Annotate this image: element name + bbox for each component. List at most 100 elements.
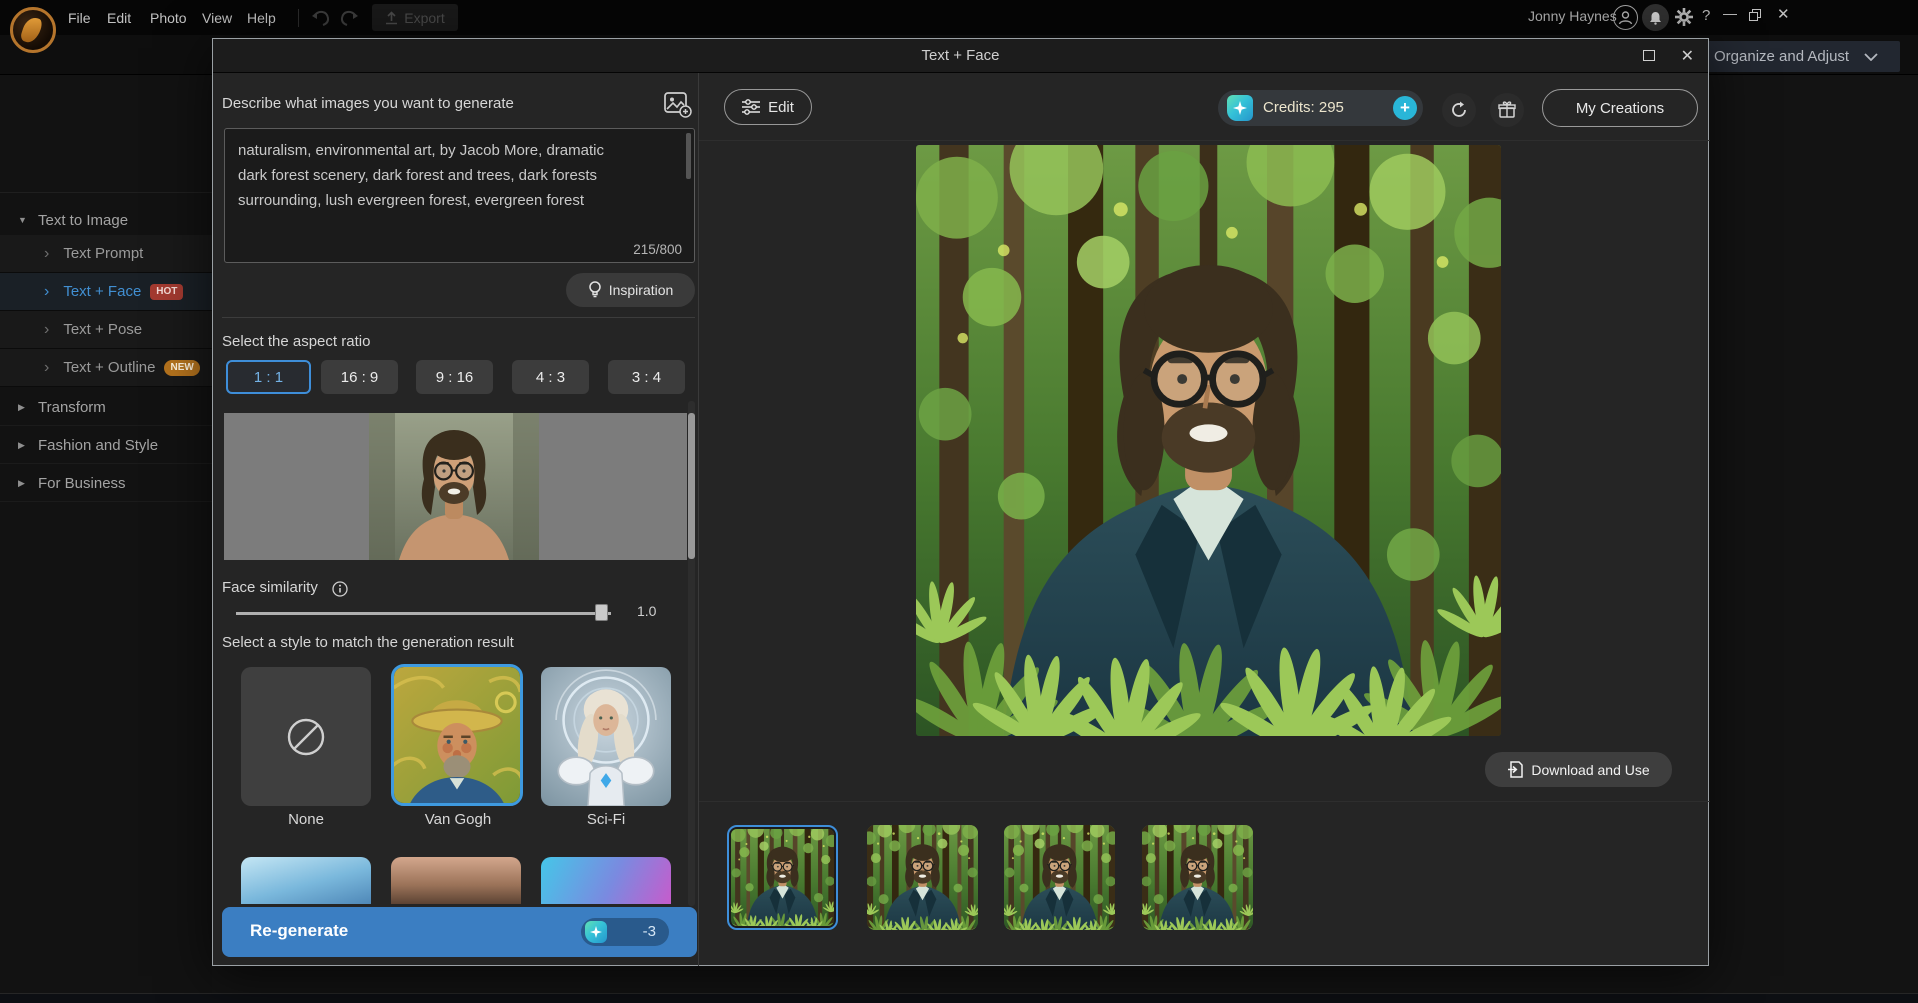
- right-panel-divider: [699, 140, 1710, 141]
- face-similarity-value: 1.0: [637, 603, 656, 619]
- style-card-partial-2[interactable]: [391, 857, 521, 904]
- chevron-down-icon: [1864, 53, 1878, 61]
- sidebar-group-fashion-style[interactable]: ▶ Fashion and Style: [0, 427, 212, 464]
- gift-button[interactable]: [1490, 93, 1524, 127]
- style-name-van-gogh: Van Gogh: [393, 811, 523, 828]
- redo-icon[interactable]: [338, 8, 360, 27]
- style-label: Select a style to match the generation r…: [222, 634, 514, 651]
- thumbnail-strip-divider: [699, 801, 1710, 802]
- sidebar-item-text-face[interactable]: › Text + Face HOT: [0, 273, 212, 311]
- reference-face-image[interactable]: [224, 413, 687, 560]
- none-icon: [283, 714, 329, 760]
- image-add-icon[interactable]: [663, 91, 692, 118]
- triangle-right-icon: ▶: [18, 440, 32, 451]
- style-card-partial-1[interactable]: [241, 857, 371, 904]
- aspect-option-3-4[interactable]: 3 : 4: [608, 360, 685, 394]
- aspect-ratio-label: Select the aspect ratio: [222, 333, 370, 350]
- credit-cost-pill: -3: [581, 918, 669, 946]
- my-creations-button[interactable]: My Creations: [1542, 89, 1698, 127]
- download-file-icon: [1507, 761, 1523, 778]
- hot-badge: HOT: [150, 284, 183, 300]
- menubar-divider: [298, 9, 299, 27]
- menu-view[interactable]: View: [202, 8, 232, 28]
- chevron-right-icon: ›: [44, 322, 49, 338]
- menu-edit[interactable]: Edit: [107, 8, 131, 28]
- aspect-option-1-1[interactable]: 1 : 1: [226, 360, 311, 394]
- refresh-icon: [1450, 101, 1468, 119]
- result-thumbnail-3[interactable]: [1004, 825, 1115, 930]
- regenerate-button[interactable]: Re-generate -3: [222, 907, 697, 957]
- info-icon[interactable]: [332, 581, 348, 597]
- credit-cost-value: -3: [643, 923, 656, 940]
- chevron-right-icon: ›: [44, 360, 49, 376]
- user-name[interactable]: Jonny Haynes: [1528, 8, 1617, 24]
- refresh-button[interactable]: [1442, 93, 1476, 127]
- sliders-icon: [742, 99, 760, 115]
- style-name-sci-fi: Sci-Fi: [541, 811, 671, 828]
- dialog-titlebar[interactable]: Text + Face ✕: [213, 39, 1708, 73]
- sidebar-item-text-prompt[interactable]: › Text Prompt: [0, 235, 212, 273]
- prompt-textarea[interactable]: naturalism, environmental art, by Jacob …: [224, 128, 695, 263]
- aspect-option-4-3[interactable]: 4 : 3: [512, 360, 589, 394]
- dialog-close-button[interactable]: ✕: [1681, 46, 1694, 66]
- section-divider: [222, 317, 695, 318]
- export-button[interactable]: Export: [372, 4, 458, 31]
- face-similarity-slider[interactable]: [236, 612, 611, 615]
- help-icon[interactable]: ?: [1702, 7, 1710, 24]
- undo-icon[interactable]: [310, 8, 332, 27]
- style-name-none: None: [241, 811, 371, 828]
- inspiration-button[interactable]: Inspiration: [566, 273, 695, 307]
- text-face-dialog: Text + Face ✕ Describe what images you w…: [212, 38, 1709, 966]
- window-menubar: File Edit Photo View Help Export Jonny H…: [0, 0, 1918, 35]
- style-card-sci-fi[interactable]: [541, 667, 671, 806]
- sidebar-item-text-pose[interactable]: › Text + Pose: [0, 311, 212, 349]
- chevron-right-icon: ›: [44, 246, 49, 262]
- sci-fi-preview: [541, 667, 671, 806]
- panel-scrollbar-thumb[interactable]: [688, 413, 695, 559]
- style-card-van-gogh[interactable]: [391, 664, 523, 806]
- feature-sidebar: ▼ Text to Image › Text Prompt › Text + F…: [0, 75, 212, 1003]
- credit-gem-icon: [1227, 95, 1253, 121]
- result-thumbnail-2[interactable]: [867, 825, 978, 930]
- add-credits-button[interactable]: +: [1393, 96, 1417, 120]
- download-and-use-button[interactable]: Download and Use: [1485, 752, 1672, 787]
- style-card-partial-3[interactable]: [541, 857, 671, 904]
- generated-image-preview[interactable]: [916, 145, 1501, 736]
- menu-photo[interactable]: Photo: [150, 8, 187, 28]
- edit-button[interactable]: Edit: [724, 89, 812, 125]
- chevron-right-icon: ›: [44, 284, 49, 300]
- prompt-label: Describe what images you want to generat…: [222, 95, 514, 112]
- window-close-button[interactable]: ✕: [1777, 5, 1790, 23]
- credit-gem-icon: [585, 921, 607, 943]
- dialog-maximize-button[interactable]: [1643, 50, 1655, 61]
- forest-portrait: [916, 145, 1501, 736]
- sidebar-item-text-outline[interactable]: › Text + Outline NEW: [0, 349, 212, 387]
- window-restore-button[interactable]: [1749, 9, 1761, 21]
- face-similarity-label: Face similarity: [222, 579, 318, 596]
- aspect-option-9-16[interactable]: 9 : 16: [416, 360, 493, 394]
- panel-scrollbar[interactable]: [688, 401, 695, 906]
- triangle-down-icon: ▼: [18, 215, 32, 225]
- aspect-option-16-9[interactable]: 16 : 9: [321, 360, 398, 394]
- face-similarity-slider-handle[interactable]: [595, 604, 608, 621]
- window-minimize-button[interactable]: —: [1720, 5, 1740, 27]
- credits-pill[interactable]: Credits: 295 +: [1218, 90, 1423, 126]
- notifications-bell-icon[interactable]: [1642, 4, 1669, 31]
- textarea-scrollbar[interactable]: [686, 133, 691, 179]
- triangle-right-icon: ▶: [18, 402, 32, 413]
- account-avatar-icon[interactable]: [1613, 5, 1638, 30]
- prompt-text: naturalism, environmental art, by Jacob …: [225, 129, 694, 217]
- menu-file[interactable]: File: [68, 8, 91, 28]
- sidebar-group-transform[interactable]: ▶ Transform: [0, 389, 212, 426]
- result-thumbnail-1[interactable]: [727, 825, 838, 930]
- dialog-title: Text + Face: [213, 39, 1708, 73]
- result-thumbnail-4[interactable]: [1142, 825, 1253, 930]
- sidebar-group-text-to-image[interactable]: ▼ Text to Image: [0, 202, 212, 239]
- settings-gear-icon[interactable]: [1672, 5, 1696, 29]
- sidebar-divider: [0, 192, 212, 193]
- sidebar-group-for-business[interactable]: ▶ For Business: [0, 465, 212, 502]
- credits-balance: Credits: 295: [1263, 99, 1344, 116]
- style-card-none[interactable]: [241, 667, 371, 806]
- menu-help[interactable]: Help: [247, 8, 276, 28]
- character-counter: 215/800: [633, 242, 682, 257]
